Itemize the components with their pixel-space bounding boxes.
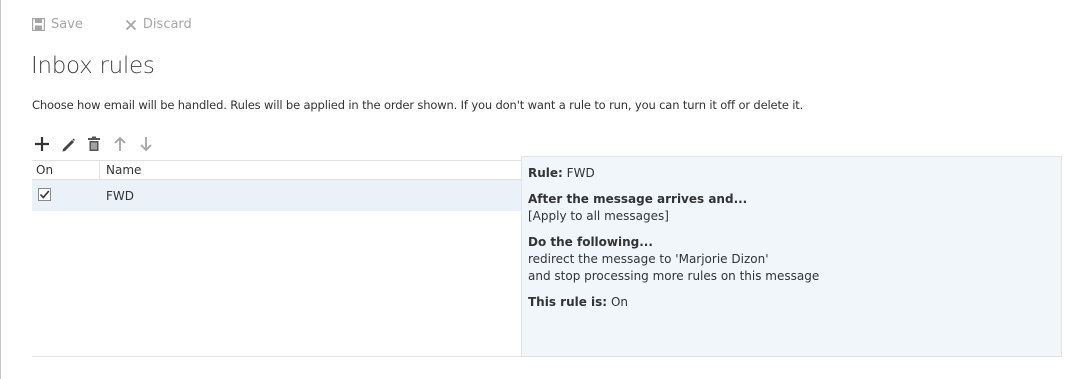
rule-enabled-checkbox[interactable] — [38, 188, 51, 201]
close-icon — [125, 19, 137, 30]
condition-heading: After the message arrives and... — [528, 192, 748, 206]
rule-detail-pane: Rule: FWD After the message arrives and.… — [521, 156, 1062, 357]
move-down-button[interactable] — [137, 135, 155, 153]
arrow-down-icon — [140, 137, 152, 152]
edit-rule-button[interactable] — [59, 135, 77, 153]
status-value: On — [610, 295, 628, 309]
action-line-stop: and stop processing more rules on this m… — [528, 269, 820, 283]
checkmark-icon — [39, 190, 50, 199]
rule-title-line: Rule: FWD — [528, 165, 1055, 182]
edit-icon — [62, 138, 75, 152]
rules-toolbar — [33, 135, 163, 153]
window-edge — [0, 0, 1, 379]
command-bar: Save Discard — [32, 17, 234, 32]
condition-text: [Apply to all messages] — [528, 209, 669, 223]
add-icon — [35, 137, 49, 151]
list-bottom-divider — [32, 356, 1062, 357]
rules-list: On Name FWD — [32, 160, 521, 356]
rule-name-cell: FWD — [106, 188, 135, 203]
delete-rule-button[interactable] — [85, 135, 103, 153]
move-up-button[interactable] — [111, 135, 129, 153]
delete-icon — [88, 136, 100, 151]
rule-label: Rule: — [528, 166, 563, 180]
action-heading: Do the following... — [528, 235, 653, 249]
discard-button[interactable]: Discard — [125, 17, 192, 32]
column-header-on[interactable]: On — [32, 161, 100, 179]
table-row[interactable]: FWD — [32, 180, 521, 211]
rule-on-cell — [32, 188, 100, 203]
save-icon — [32, 18, 45, 31]
rule-name: FWD — [566, 166, 595, 180]
rules-list-header: On Name — [32, 160, 521, 180]
save-label: Save — [51, 17, 83, 32]
arrow-up-icon — [114, 136, 126, 151]
rule-status-line: This rule is: On — [528, 294, 1055, 311]
column-header-name[interactable]: Name — [100, 161, 141, 179]
page-description: Choose how email will be handled. Rules … — [32, 98, 804, 112]
page-title: Inbox rules — [31, 53, 155, 79]
discard-label: Discard — [142, 17, 192, 32]
status-label: This rule is: — [528, 295, 608, 309]
action-line-redirect: redirect the message to 'Marjorie Dizon' — [528, 252, 769, 266]
add-rule-button[interactable] — [33, 135, 51, 153]
save-button[interactable]: Save — [32, 17, 83, 32]
